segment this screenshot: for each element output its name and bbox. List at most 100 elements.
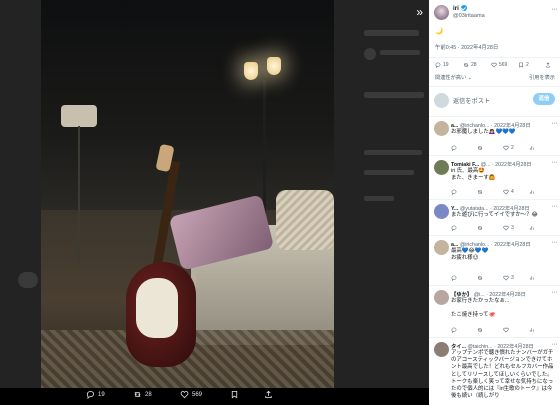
share-button[interactable] (545, 62, 555, 68)
author-handle[interactable]: @03iritaama (453, 13, 485, 19)
reply-text: アップテンポで聴き慣れたナンバーがガチのアコースティックバージョンできけてホント… (451, 350, 554, 400)
reply-likes-button[interactable]: 4 (503, 189, 529, 195)
reply-actions: 3 (451, 225, 555, 231)
heart-icon (503, 145, 509, 151)
reply-icon (86, 390, 95, 399)
reply-header: Y... @yutatata... · 2022年4月28日 (451, 204, 555, 212)
reply-item[interactable]: タイ... @taichin... · 2022年4月28日 ··· アップテンポで… (429, 337, 560, 405)
more-options-icon[interactable]: ··· (552, 6, 558, 13)
heart-icon (180, 391, 189, 399)
tweet-timestamp[interactable]: 午前0:45 · 2022年4月28日 (435, 43, 498, 51)
reply-item[interactable]: a... @irichanlo... · 2022年4月28日 ··· 最高💙😂💙💙… (429, 235, 560, 285)
reply-likes-count: 4 (511, 189, 514, 195)
reply-button[interactable]: 19 (435, 62, 461, 68)
verified-badge-icon (460, 5, 467, 12)
reply-more-icon[interactable]: ··· (552, 159, 558, 166)
media-retweet-count: 28 (145, 391, 152, 398)
reply-retweets-button[interactable] (477, 275, 503, 281)
reply-avatar[interactable] (434, 204, 449, 219)
retweet-button[interactable]: 28 (463, 62, 489, 68)
reply-retweets-button[interactable] (477, 327, 503, 333)
reply-views-button[interactable] (529, 145, 555, 151)
author-name[interactable]: iri (453, 5, 459, 12)
reply-replies-button[interactable] (451, 275, 477, 281)
views-icon (529, 328, 534, 332)
views-icon (529, 146, 534, 150)
reply-retweets-button[interactable] (477, 145, 503, 151)
views-icon (529, 276, 534, 280)
reply-views-button[interactable] (529, 225, 555, 231)
expand-panel-icon[interactable]: » (416, 6, 423, 18)
reply-likes-button[interactable]: 3 (503, 225, 529, 231)
reply-more-icon[interactable]: ··· (552, 120, 558, 127)
reply-item[interactable]: Y... @yutatata... · 2022年4月28日 ··· また遊びに行っ… (429, 199, 560, 235)
media-engagement-bar: 19 28 569 (0, 388, 429, 405)
reply-item[interactable]: Tomiaki F... @... · 2022年4月28日 ··· iri 氏、最… (429, 155, 560, 199)
reply-likes-button[interactable]: 3 (503, 275, 529, 281)
media-bookmark-button[interactable] (230, 390, 239, 399)
reply-item[interactable]: a... @irichanlo... · 2022年4月28日 ··· お邪魔しまし… (429, 116, 560, 155)
share-icon (265, 390, 272, 399)
reply-text: お邪魔しました🙇‍♀️💙💙💙 (451, 129, 516, 135)
reply-avatar[interactable] (434, 240, 449, 255)
reply-item[interactable]: 【ゆか】 @i... · 2022年4月28日 ··· お家行きたかったなぁ... … (429, 285, 560, 337)
pillow (276, 190, 334, 250)
reply-more-icon[interactable]: ··· (552, 289, 558, 296)
reply-icon (435, 62, 441, 68)
tweet-photo[interactable] (41, 0, 334, 388)
reply-replies-button[interactable] (451, 145, 477, 151)
reply-avatar[interactable] (434, 290, 449, 305)
reply-replies-button[interactable] (451, 327, 477, 333)
heart-icon (491, 62, 497, 68)
reply-retweets-button[interactable] (477, 225, 503, 231)
like-button[interactable]: 569 (491, 62, 517, 68)
retweet-icon (134, 392, 141, 397)
reply-actions: 2 (451, 145, 555, 151)
reply-likes-count: 3 (511, 225, 514, 231)
reply-count: 19 (443, 62, 449, 68)
media-like-button[interactable]: 569 (180, 390, 202, 399)
media-retweet-button[interactable]: 28 (133, 390, 152, 399)
like-count: 569 (499, 62, 508, 68)
reply-views-button[interactable] (529, 275, 555, 281)
tweet-header: iri @03iritaama ··· 🌙 (429, 0, 560, 44)
heart-icon (503, 327, 509, 333)
reply-icon (451, 327, 457, 333)
reply-retweets-button[interactable] (477, 189, 503, 195)
author-avatar[interactable] (434, 5, 449, 20)
reply-more-icon[interactable]: ··· (552, 239, 558, 246)
bookmark-icon (519, 62, 523, 68)
reply-replies-button[interactable] (451, 189, 477, 195)
media-like-count: 569 (192, 391, 203, 398)
media-reply-count: 19 (98, 391, 105, 398)
reply-likes-button[interactable]: 2 (503, 145, 529, 151)
bookmark-count: 2 (526, 62, 529, 68)
reply-more-icon[interactable]: ··· (552, 203, 558, 210)
media-reply-button[interactable]: 19 (86, 390, 105, 399)
bookmark-icon (231, 390, 238, 399)
reply-views-button[interactable] (529, 327, 555, 333)
media-share-button[interactable] (264, 390, 273, 399)
bookmark-button[interactable]: 2 (518, 62, 544, 68)
reply-submit-button[interactable]: 返信 (533, 93, 555, 105)
reply-views-button[interactable] (529, 189, 555, 195)
reply-text: また遊びに行ってイイですか～？😂 (451, 212, 538, 218)
reply-avatar[interactable] (434, 160, 449, 175)
reply-header: a... @irichanlo... · 2022年4月28日 (451, 240, 555, 248)
retweet-icon (478, 276, 482, 280)
heart-icon (503, 275, 509, 281)
reply-replies-button[interactable] (451, 225, 477, 231)
reply-text: 最高💙😂💙💙 お疲れ様😉 (451, 248, 489, 262)
reply-icon (451, 189, 457, 195)
reply-likes-button[interactable] (503, 327, 529, 333)
reply-icon (451, 225, 457, 231)
reply-icon (451, 145, 457, 151)
view-quotes-link[interactable]: 引用を表示 (529, 74, 555, 81)
reply-avatar[interactable] (434, 342, 449, 357)
reply-input[interactable]: 返信をポスト (453, 96, 490, 105)
reply-more-icon[interactable]: ··· (552, 341, 558, 348)
sort-relevance-dropdown[interactable]: 関連性が高い ⌄ (435, 74, 472, 81)
reply-likes-count: 3 (511, 275, 514, 281)
retweet-icon (464, 63, 468, 67)
reply-avatar[interactable] (434, 121, 449, 136)
